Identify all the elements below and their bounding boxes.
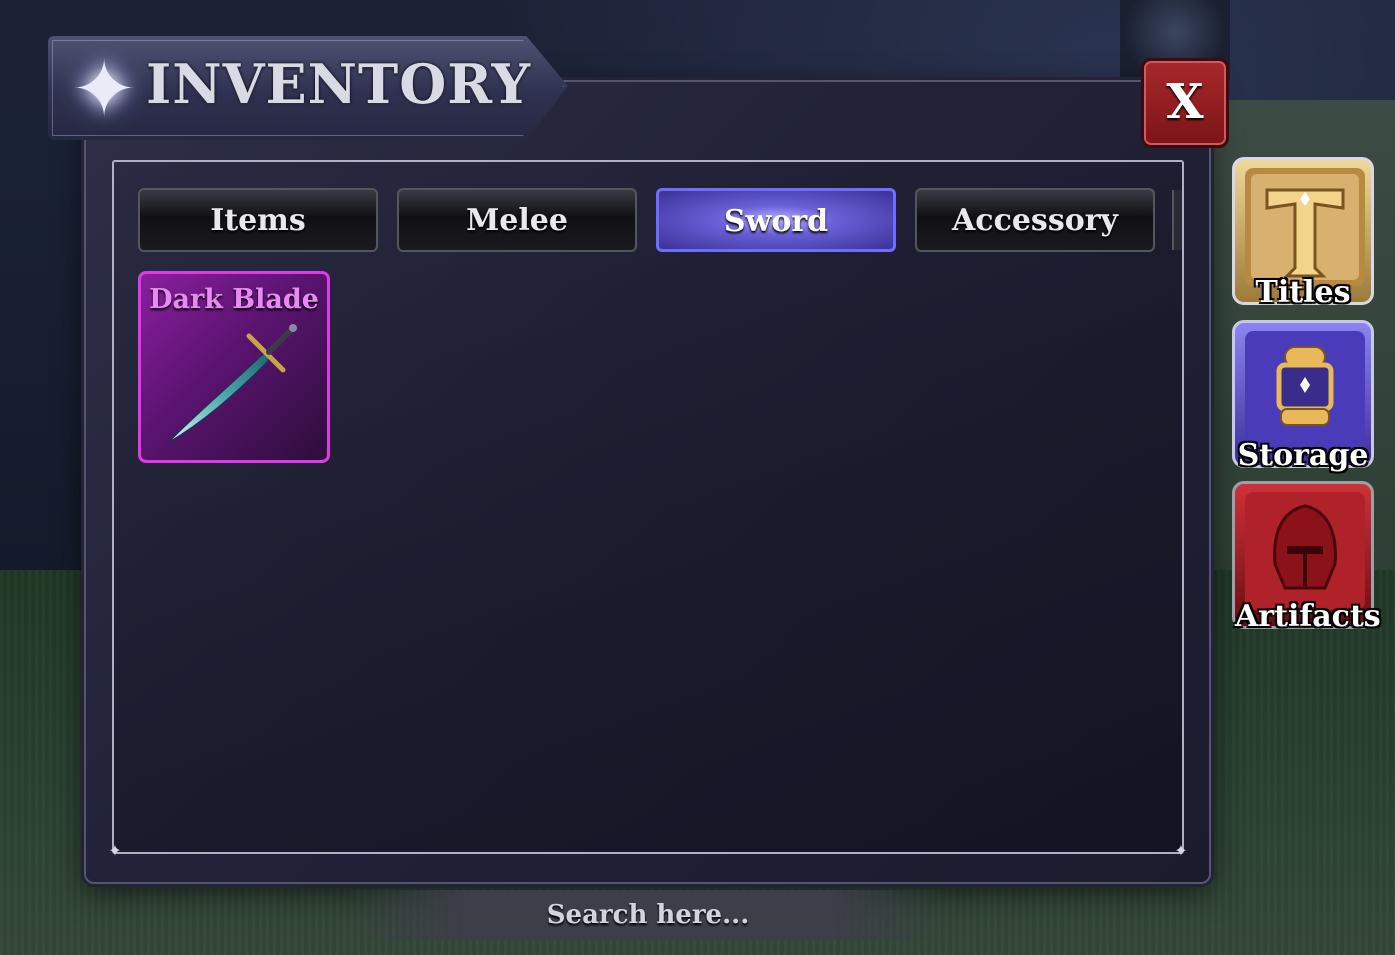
side-label-titles: Titles	[1255, 275, 1351, 310]
close-button[interactable]: X	[1141, 58, 1229, 148]
storage-button[interactable]: Storage	[1232, 320, 1374, 473]
corner-ornament-icon: ✦	[108, 841, 122, 860]
inventory-grid-area: ✦ ✦	[108, 160, 1188, 860]
item-name: Dark Blade	[149, 284, 319, 315]
titles-button[interactable]: Titles	[1232, 157, 1374, 310]
tab-sword[interactable]: Sword	[656, 188, 896, 252]
title-t-icon	[1245, 168, 1365, 286]
sparkle-star-icon: ✦	[71, 45, 137, 135]
tab-items[interactable]: Items	[138, 188, 378, 252]
tab-accessory[interactable]: Accessory	[915, 188, 1155, 252]
side-label-storage: Storage	[1237, 438, 1369, 473]
tab-overflow-edge	[1172, 190, 1182, 250]
item-card-dark-blade[interactable]: Dark Blade	[138, 271, 330, 463]
sword-icon	[168, 324, 297, 443]
corner-ornament-icon: ✦	[1174, 841, 1188, 860]
side-label-artifacts: Artifacts	[1235, 599, 1381, 634]
knight-helmet-icon	[1245, 492, 1365, 610]
storage-capsule-icon	[1245, 331, 1365, 449]
tab-melee[interactable]: Melee	[397, 188, 637, 252]
page-title: INVENTORY	[146, 52, 532, 116]
search-input[interactable]	[345, 890, 951, 940]
artifacts-button[interactable]: Artifacts	[1232, 481, 1381, 634]
